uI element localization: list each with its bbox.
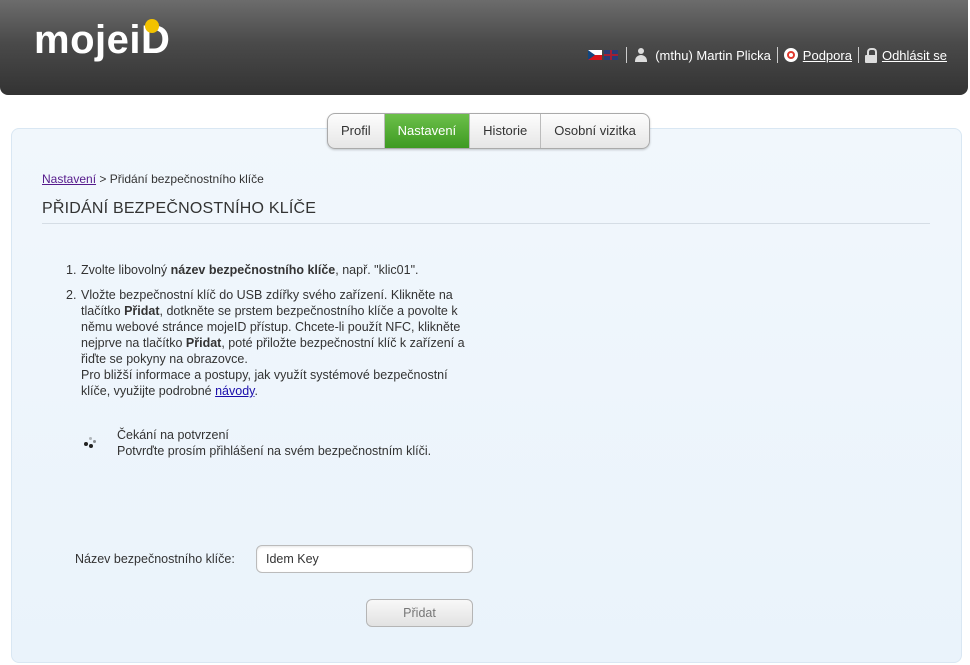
loading-spinner-icon [84, 437, 98, 449]
step-bold: Přidat [185, 336, 222, 350]
tab-nastaveni[interactable]: Nastavení [383, 114, 470, 148]
logout-link[interactable]: Odhlásit se [882, 48, 947, 63]
title-divider [42, 223, 930, 224]
page-title: PŘIDÁNÍ BEZPEČNOSTNÍHO KLÍČE [42, 200, 317, 217]
key-name-label: Název bezpečnostního klíče: [75, 552, 235, 566]
main-tabs: Profil Nastavení Historie Osobní vizitka [327, 113, 650, 149]
step-text: Pro bližší informace a postupy, jak využ… [81, 368, 448, 398]
breadcrumb: Nastavení > Přidání bezpečnostního klíče [42, 172, 264, 186]
support-link[interactable]: Podpora [803, 48, 852, 63]
step-bold: název bezpečnostního klíče [170, 263, 336, 277]
tab-profil[interactable]: Profil [328, 114, 384, 148]
list-item: 2. Vložte bezpečnostní klíč do USB zdířk… [66, 287, 478, 399]
lifebuoy-icon [783, 48, 798, 62]
top-user-bar: (mthu) Martin Plicka Podpora Odhlásit se [588, 46, 947, 64]
step-number: 2. [66, 288, 77, 302]
english-flag-icon[interactable] [604, 50, 619, 60]
waiting-title: Čekání na potvrzení [117, 428, 229, 442]
tab-osobni-vizitka[interactable]: Osobní vizitka [540, 114, 649, 148]
divider [776, 47, 778, 63]
list-item: 1. Zvolte libovolný název bezpečnostního… [66, 262, 478, 278]
add-button[interactable]: Přidat [366, 599, 473, 627]
breadcrumb-current: Přidání bezpečnostního klíče [109, 172, 264, 186]
step-text: . [254, 384, 258, 398]
step-text: Zvolte libovolný [81, 263, 171, 277]
guides-link[interactable]: návody [215, 384, 254, 398]
waiting-message: Čekání na potvrzení Potvrďte prosím přih… [117, 427, 431, 459]
step-number: 1. [66, 263, 77, 277]
user-icon [633, 47, 649, 63]
mojeid-logo[interactable]: mojeiD [34, 16, 170, 64]
divider [626, 47, 628, 63]
breadcrumb-settings-link[interactable]: Nastavení [42, 172, 96, 186]
step-bold: Přidat [124, 304, 160, 318]
step-text: , např. "klic01". [335, 263, 419, 277]
header: mojeiD (mthu) Martin Plicka Podpora Odhl… [0, 0, 968, 95]
user-name: (mthu) Martin Plicka [655, 47, 771, 63]
logo-text: moje [34, 18, 130, 62]
key-name-input[interactable] [256, 545, 473, 573]
instruction-list: 1. Zvolte libovolný název bezpečnostního… [66, 262, 478, 408]
czech-flag-icon[interactable] [588, 50, 603, 60]
tab-historie[interactable]: Historie [469, 114, 540, 148]
breadcrumb-separator: > [96, 172, 110, 186]
lock-icon [864, 47, 877, 63]
logo-dot [145, 19, 159, 33]
waiting-text: Potvrďte prosím přihlášení na svém bezpe… [117, 444, 432, 458]
divider [857, 47, 859, 63]
